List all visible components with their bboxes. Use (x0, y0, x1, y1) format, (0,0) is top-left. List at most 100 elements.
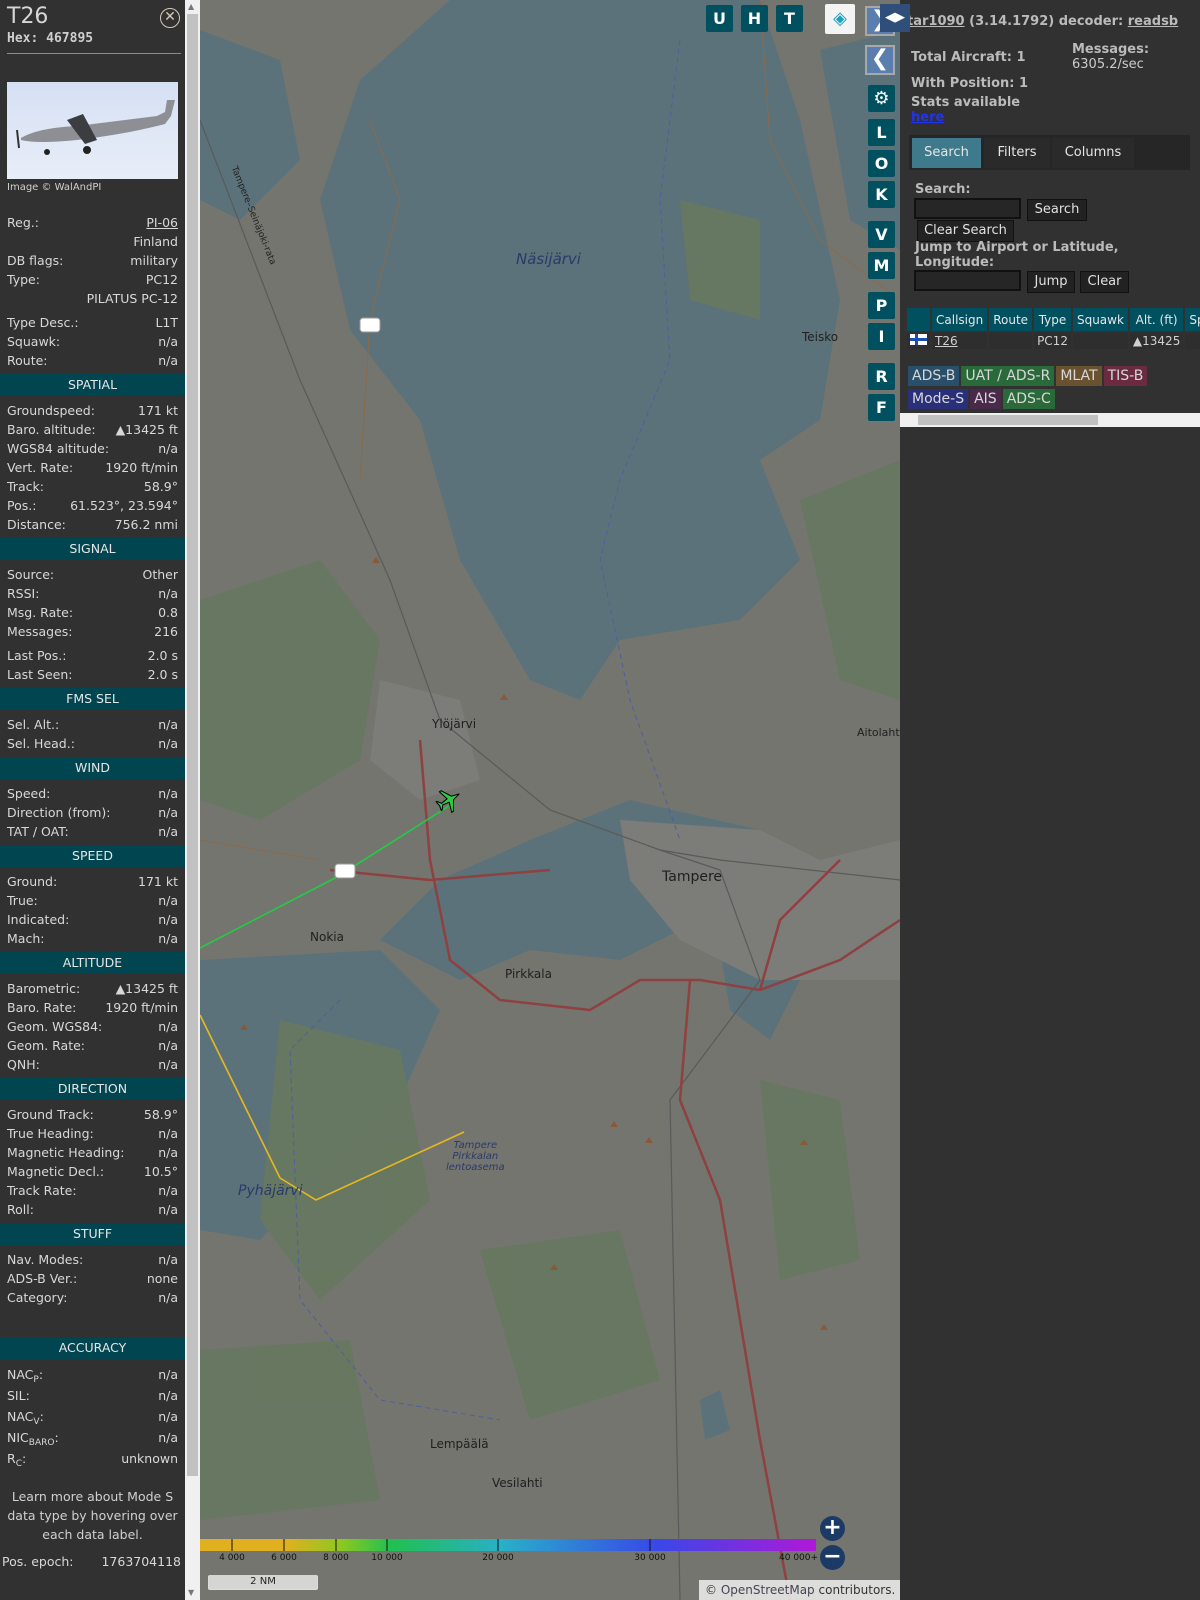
detail-label[interactable]: Last Pos.: (7, 646, 66, 665)
detail-label[interactable]: Last Seen: (7, 665, 72, 684)
scrollbar-thumb[interactable] (187, 14, 198, 1476)
collapse-panel-button[interactable]: ❮ (865, 45, 895, 75)
map-button-u[interactable]: U (706, 5, 733, 32)
detail-label[interactable]: RSSI: (7, 584, 39, 603)
search-input[interactable] (914, 198, 1021, 219)
map-button-i[interactable]: I (868, 323, 895, 350)
tab-filters[interactable]: Filters (984, 138, 1050, 168)
detail-label[interactable]: NICBARO: (7, 1427, 59, 1448)
tab-columns[interactable]: Columns (1052, 138, 1134, 168)
close-icon[interactable]: ✕ (160, 8, 180, 28)
map-button-p[interactable]: P (868, 292, 895, 319)
map-button-r[interactable]: R (868, 363, 895, 390)
detail-label[interactable]: True: (7, 891, 38, 910)
clear-search-button[interactable]: Clear Search (917, 220, 1014, 242)
callsign-value[interactable]: T26 (935, 334, 958, 348)
map-button-t[interactable]: T (776, 5, 803, 32)
aircraft-callsign: T26 (7, 4, 49, 29)
detail-label[interactable]: Distance: (7, 515, 66, 534)
map-button-k[interactable]: K (868, 181, 895, 208)
jump-input[interactable] (914, 270, 1021, 291)
column-header[interactable]: Callsign (932, 308, 988, 331)
column-header[interactable]: Alt. (ft) (1129, 308, 1184, 331)
map-button-f[interactable]: F (868, 394, 895, 421)
clear-button[interactable]: Clear (1080, 271, 1129, 293)
label-main: NAC (7, 1409, 34, 1424)
detail-label[interactable]: RC: (7, 1448, 26, 1469)
zoom-out-button[interactable]: − (820, 1545, 845, 1570)
column-header[interactable]: Spd (1185, 308, 1200, 331)
source-badge: ADS-B (908, 366, 960, 386)
search-button[interactable]: Search (1027, 199, 1087, 221)
settings-button[interactable]: ⚙ (868, 85, 895, 112)
detail-row: Baro. Rate: 1920 ft/min (0, 998, 185, 1017)
finland-flag-icon (910, 334, 927, 345)
detail-label[interactable]: Groundspeed: (7, 401, 95, 420)
detail-label[interactable]: SIL: (7, 1385, 30, 1406)
map-button-l[interactable]: L (868, 119, 895, 146)
info-value: PILATUS PC-12 (86, 291, 178, 306)
detail-label[interactable]: Geom. WGS84: (7, 1017, 102, 1036)
detail-label[interactable]: Speed: (7, 784, 50, 803)
detail-label[interactable]: Category: (7, 1288, 67, 1307)
table-row[interactable]: T26 PC12 ▲13425 (907, 333, 1200, 349)
column-header[interactable] (907, 308, 930, 331)
detail-label[interactable]: NACP: (7, 1364, 43, 1385)
detail-label[interactable]: ADS-B Ver.: (7, 1269, 77, 1288)
detail-label[interactable]: TAT / OAT: (7, 822, 69, 841)
section-header-spatial: SPATIAL (0, 374, 185, 396)
tab-search[interactable]: Search (912, 138, 981, 168)
detail-label[interactable]: Baro. altitude: (7, 420, 96, 439)
map-view[interactable]: 4 000 6 000 8 000 10 000 20 000 30 000 40 000+… (200, 0, 900, 1600)
detail-label[interactable]: Msg. Rate: (7, 603, 73, 622)
detail-label[interactable]: Magnetic Heading: (7, 1143, 124, 1162)
map-button-v[interactable]: V (868, 221, 895, 248)
table-scrollbar[interactable] (900, 413, 1200, 427)
detail-label[interactable]: Barometric: (7, 979, 80, 998)
app-link[interactable]: tar1090 (907, 14, 965, 29)
osm-link[interactable]: OpenStreetMap (721, 1583, 815, 1597)
decoder-link[interactable]: readsb (1128, 14, 1178, 29)
detail-label[interactable]: Pos.: (7, 496, 36, 515)
scroll-down-icon[interactable]: ▼ (188, 1588, 194, 1597)
toggle-panel-icon[interactable]: ◀▶ (880, 4, 910, 32)
detail-label[interactable]: Ground Track: (7, 1105, 94, 1124)
registration-link[interactable]: PI-06 (146, 213, 178, 232)
column-header[interactable]: Type (1034, 308, 1071, 331)
detail-label[interactable]: Roll: (7, 1200, 34, 1219)
map-button-h[interactable]: H (741, 5, 768, 32)
detail-scrollbar[interactable]: ▲ ▼ (185, 0, 200, 1600)
layers-icon[interactable]: ◈ (825, 4, 855, 34)
detail-label[interactable]: Ground: (7, 872, 57, 891)
detail-label[interactable]: Magnetic Decl.: (7, 1162, 104, 1181)
detail-label[interactable]: Messages: (7, 622, 73, 641)
detail-label[interactable]: WGS84 altitude: (7, 439, 109, 458)
detail-label[interactable]: True Heading: (7, 1124, 94, 1143)
detail-label[interactable]: Vert. Rate: (7, 458, 73, 477)
scrollbar-thumb[interactable] (918, 415, 1098, 425)
detail-label[interactable]: NACV: (7, 1406, 44, 1427)
detail-label[interactable]: Direction (from): (7, 803, 111, 822)
place-label: Näsijärvi (516, 250, 581, 268)
aircraft-photo[interactable] (7, 82, 178, 179)
detail-label[interactable]: Geom. Rate: (7, 1036, 85, 1055)
info-label: Reg.: (7, 215, 39, 230)
column-header[interactable]: Squawk (1072, 308, 1128, 331)
detail-label[interactable]: Indicated: (7, 910, 69, 929)
detail-label[interactable]: QNH: (7, 1055, 40, 1074)
detail-label[interactable]: Sel. Head.: (7, 734, 75, 753)
detail-label[interactable]: Nav. Modes: (7, 1250, 83, 1269)
jump-button[interactable]: Jump (1027, 271, 1075, 293)
zoom-in-button[interactable]: + (820, 1516, 845, 1541)
detail-label[interactable]: Source: (7, 565, 54, 584)
detail-label[interactable]: Mach: (7, 929, 44, 948)
stats-link[interactable]: here (911, 110, 944, 125)
column-header[interactable]: Route (989, 308, 1033, 331)
map-button-o[interactable]: O (868, 150, 895, 177)
detail-label[interactable]: Track Rate: (7, 1181, 77, 1200)
detail-label[interactable]: Sel. Alt.: (7, 715, 59, 734)
scroll-up-icon[interactable]: ▲ (188, 2, 194, 11)
detail-label[interactable]: Track: (7, 477, 44, 496)
map-button-m[interactable]: M (868, 252, 895, 279)
detail-label[interactable]: Baro. Rate: (7, 998, 76, 1017)
